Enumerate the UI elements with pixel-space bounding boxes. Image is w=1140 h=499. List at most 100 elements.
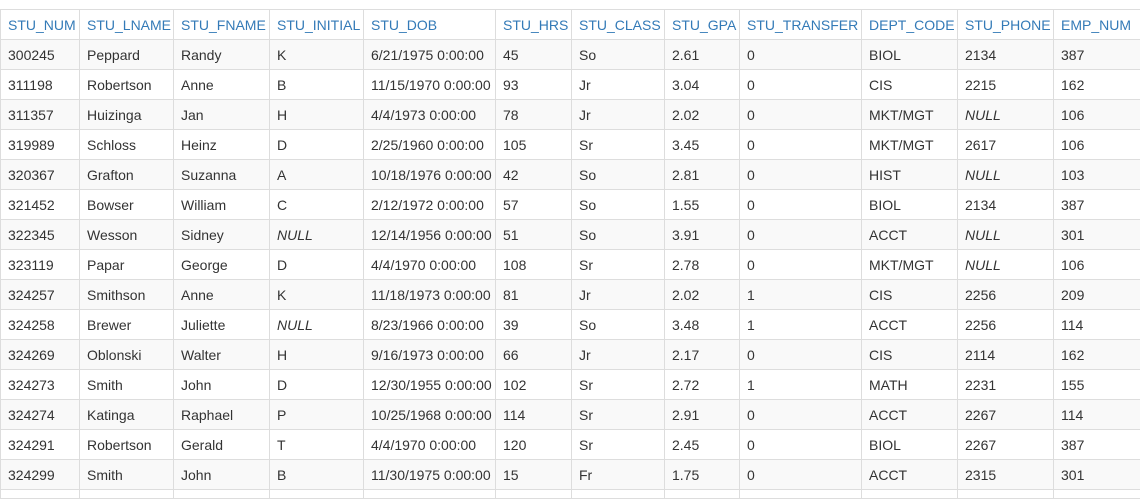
- cell-stu-gpa: 3.45: [665, 130, 740, 160]
- column-header-stu-gpa[interactable]: STU_GPA: [665, 10, 740, 40]
- column-header-dept-code[interactable]: DEPT_CODE: [862, 10, 958, 40]
- table-row: 319989SchlossHeinzD2/25/1960 0:00:00105S…: [1, 130, 1140, 160]
- cell-stu-num: 324291: [1, 430, 80, 460]
- cell-stu-dob: 10/25/1968 0:00:00: [364, 400, 496, 430]
- table-row: 320367GraftonSuzannaA10/18/1976 0:00:004…: [1, 160, 1140, 190]
- cell-stu-transfer: 0: [740, 220, 862, 250]
- empty-cell: [1054, 490, 1140, 499]
- cell-stu-lname: Bowser: [80, 190, 174, 220]
- cell-dept-code: MKT/MGT: [862, 130, 958, 160]
- column-header-stu-class[interactable]: STU_CLASS: [572, 10, 665, 40]
- cell-stu-lname: Robertson: [80, 70, 174, 100]
- cell-stu-lname: Smith: [80, 460, 174, 490]
- cell-stu-lname: Smith: [80, 370, 174, 400]
- cell-stu-phone: 2617: [958, 130, 1054, 160]
- table-row: 324257SmithsonAnneK11/18/1973 0:00:0081J…: [1, 280, 1140, 310]
- cell-stu-num: 321452: [1, 190, 80, 220]
- cell-stu-gpa: 2.78: [665, 250, 740, 280]
- cell-stu-class: Sr: [572, 400, 665, 430]
- cell-stu-num: 324273: [1, 370, 80, 400]
- cell-stu-hrs: 57: [496, 190, 572, 220]
- cell-stu-transfer: 0: [740, 100, 862, 130]
- cell-stu-class: So: [572, 220, 665, 250]
- empty-cell: [1, 490, 80, 499]
- cell-stu-hrs: 15: [496, 460, 572, 490]
- cell-stu-num: 324258: [1, 310, 80, 340]
- column-header-emp-num[interactable]: EMP_NUM: [1054, 10, 1140, 40]
- cell-dept-code: ACCT: [862, 220, 958, 250]
- cell-stu-num: 300245: [1, 40, 80, 70]
- cell-stu-fname: Heinz: [174, 130, 270, 160]
- cell-dept-code: CIS: [862, 340, 958, 370]
- cell-stu-initial: NULL: [270, 220, 364, 250]
- cell-stu-gpa: 1.75: [665, 460, 740, 490]
- cell-stu-class: Sr: [572, 370, 665, 400]
- cell-emp-num: 387: [1054, 40, 1140, 70]
- cell-stu-dob: 4/4/1970 0:00:00: [364, 430, 496, 460]
- cell-emp-num: 155: [1054, 370, 1140, 400]
- column-header-stu-lname[interactable]: STU_LNAME: [80, 10, 174, 40]
- cell-dept-code: MKT/MGT: [862, 100, 958, 130]
- cell-stu-lname: Huizinga: [80, 100, 174, 130]
- table-row: 311198RobertsonAnneB11/15/1970 0:00:0093…: [1, 70, 1140, 100]
- cell-stu-initial: T: [270, 430, 364, 460]
- cell-stu-num: 322345: [1, 220, 80, 250]
- cell-stu-lname: Katinga: [80, 400, 174, 430]
- cell-stu-transfer: 0: [740, 250, 862, 280]
- table-row: 324274KatingaRaphaelP10/25/1968 0:00:001…: [1, 400, 1140, 430]
- empty-cell: [270, 490, 364, 499]
- cell-emp-num: 106: [1054, 130, 1140, 160]
- cell-stu-class: So: [572, 160, 665, 190]
- cell-stu-lname: Smithson: [80, 280, 174, 310]
- empty-cell: [80, 490, 174, 499]
- cell-stu-num: 324274: [1, 400, 80, 430]
- cell-stu-dob: 12/30/1955 0:00:00: [364, 370, 496, 400]
- cell-stu-gpa: 3.48: [665, 310, 740, 340]
- column-header-stu-transfer[interactable]: STU_TRANSFER: [740, 10, 862, 40]
- cell-stu-fname: Walter: [174, 340, 270, 370]
- cell-dept-code: ACCT: [862, 460, 958, 490]
- cell-stu-initial: D: [270, 370, 364, 400]
- cell-emp-num: 301: [1054, 460, 1140, 490]
- column-header-stu-fname[interactable]: STU_FNAME: [174, 10, 270, 40]
- table-row: 324269OblonskiWalterH9/16/1973 0:00:0066…: [1, 340, 1140, 370]
- table-row: 324258BrewerJulietteNULL8/23/1966 0:00:0…: [1, 310, 1140, 340]
- cell-stu-transfer: 1: [740, 280, 862, 310]
- cell-stu-hrs: 78: [496, 100, 572, 130]
- cell-stu-num: 324257: [1, 280, 80, 310]
- column-header-stu-dob[interactable]: STU_DOB: [364, 10, 496, 40]
- table-row: 323119PaparGeorgeD4/4/1970 0:00:00108Sr2…: [1, 250, 1140, 280]
- cell-emp-num: 301: [1054, 220, 1140, 250]
- cell-stu-transfer: 0: [740, 400, 862, 430]
- cell-stu-fname: Anne: [174, 70, 270, 100]
- empty-cell: [572, 490, 665, 499]
- cell-stu-initial: D: [270, 130, 364, 160]
- cell-stu-dob: 11/18/1973 0:00:00: [364, 280, 496, 310]
- cell-stu-transfer: 0: [740, 70, 862, 100]
- cell-stu-phone: 2215: [958, 70, 1054, 100]
- cell-stu-fname: William: [174, 190, 270, 220]
- cell-stu-hrs: 120: [496, 430, 572, 460]
- cell-stu-gpa: 2.45: [665, 430, 740, 460]
- cell-stu-gpa: 2.81: [665, 160, 740, 190]
- column-header-stu-hrs[interactable]: STU_HRS: [496, 10, 572, 40]
- cell-stu-fname: Randy: [174, 40, 270, 70]
- cell-dept-code: ACCT: [862, 400, 958, 430]
- cell-stu-lname: Peppard: [80, 40, 174, 70]
- cell-stu-class: Jr: [572, 70, 665, 100]
- cell-dept-code: BIOL: [862, 40, 958, 70]
- cell-stu-dob: 11/15/1970 0:00:00: [364, 70, 496, 100]
- cell-stu-dob: 6/21/1975 0:00:00: [364, 40, 496, 70]
- cell-stu-class: Jr: [572, 340, 665, 370]
- header-row: STU_NUM STU_LNAME STU_FNAME STU_INITIAL …: [1, 10, 1140, 40]
- cell-stu-class: Sr: [572, 430, 665, 460]
- table-row: 321452BowserWilliamC2/12/1972 0:00:0057S…: [1, 190, 1140, 220]
- column-header-stu-initial[interactable]: STU_INITIAL: [270, 10, 364, 40]
- empty-cell: [496, 490, 572, 499]
- cell-stu-dob: 10/18/1976 0:00:00: [364, 160, 496, 190]
- cell-stu-fname: Anne: [174, 280, 270, 310]
- cell-emp-num: 114: [1054, 400, 1140, 430]
- column-header-stu-num[interactable]: STU_NUM: [1, 10, 80, 40]
- empty-cell: [740, 490, 862, 499]
- column-header-stu-phone[interactable]: STU_PHONE: [958, 10, 1054, 40]
